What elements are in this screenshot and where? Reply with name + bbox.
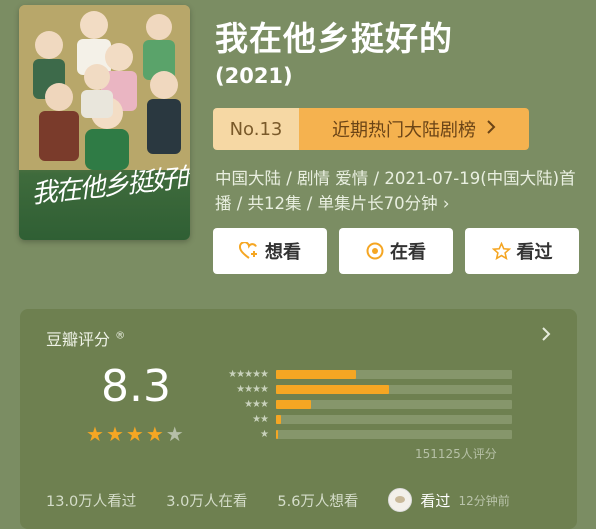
watching-label: 在看 [390, 242, 426, 263]
rating-bar-row: ★★ [208, 412, 512, 427]
rating-panel[interactable]: 豆瓣评分 ® 8.3 ★ ★ ★ ★ ★ ★★★★★ ★★★★ ★★★ ★★ ★ 151125人… [20, 309, 577, 529]
poster-image[interactable]: 我在他乡挺好的 [19, 5, 190, 240]
page-title: 我在他乡挺好的 [215, 19, 453, 58]
want-count[interactable]: 5.6万人想看 [277, 490, 358, 511]
star-filled-icon: ★ [86, 422, 104, 446]
rating-bar-fill [276, 415, 281, 424]
rank-list-name: 近期热门大陆剧榜 [332, 120, 476, 141]
want-to-watch-button[interactable]: 想看 [213, 228, 327, 274]
rating-bar-row: ★ [208, 427, 512, 442]
action-buttons: 想看 在看 看过 [213, 228, 579, 274]
rating-bar-fill [276, 385, 390, 394]
star-empty-icon: ★ [165, 422, 184, 446]
rating-bar-stars-icon: ★★★★★ [228, 369, 269, 380]
rating-bar-fill [276, 400, 312, 409]
rating-bar-stars-icon: ★★★★ [236, 384, 269, 395]
rating-bar-row: ★★★★ [208, 382, 512, 397]
show-meta-info[interactable]: 中国大陆 / 剧情 爱情 / 2021-07-19(中国大陆)首播 / 共12集… [215, 166, 577, 216]
want-to-watch-label: 想看 [265, 242, 301, 263]
rating-bar-row: ★★★★★ [208, 367, 512, 382]
rating-title-text: 豆瓣评分 [46, 330, 111, 349]
rating-distribution: ★★★★★ ★★★★ ★★★ ★★ ★ [208, 367, 512, 442]
watching-count[interactable]: 3.0万人在看 [166, 490, 247, 511]
chevron-right-icon[interactable] [541, 323, 551, 348]
watched-label: 看过 [516, 242, 553, 263]
rank-number: No.13 [213, 108, 299, 150]
heart-plus-icon [239, 242, 259, 260]
rating-title: 豆瓣评分 ® [46, 326, 125, 350]
stats-row: 13.0万人看过 3.0万人在看 5.6万人想看 看过 12分钟前 [46, 488, 510, 512]
star-filled-icon: ★ [145, 422, 164, 446]
rating-bar-track [276, 385, 512, 394]
rating-bar-track [276, 400, 512, 409]
rating-count: 151125人评分 [415, 447, 497, 461]
rating-bar-track [276, 430, 512, 439]
poster-cast-illustration [19, 5, 190, 170]
rating-bar-row: ★★★ [208, 397, 512, 412]
chevron-right-icon [486, 119, 496, 140]
circle-dot-icon [366, 242, 384, 260]
star-outline-icon [491, 242, 511, 260]
rating-bar-stars-icon: ★ [260, 429, 269, 440]
watching-button[interactable]: 在看 [339, 228, 453, 274]
rank-badge[interactable]: No.13 近期热门大陆剧榜 [213, 108, 529, 150]
avatar[interactable] [388, 488, 413, 512]
rating-bar-stars-icon: ★★ [252, 414, 269, 425]
rating-bar-track [276, 415, 512, 424]
rating-bar-fill [276, 370, 357, 379]
rating-score: 8.3 [101, 361, 171, 412]
watched-button[interactable]: 看过 [465, 228, 579, 274]
star-filled-icon: ★ [125, 422, 144, 446]
registered-mark: ® [115, 330, 126, 342]
rating-bar-stars-icon: ★★★ [244, 399, 269, 410]
rating-stars: ★ ★ ★ ★ ★ [86, 422, 184, 446]
watched-count[interactable]: 13.0万人看过 [46, 490, 136, 511]
star-filled-icon: ★ [105, 422, 124, 446]
friend-time-ago: 12分钟前 [458, 493, 510, 508]
release-year: (2021) [215, 64, 293, 88]
rank-list-link[interactable]: 近期热门大陆剧榜 [299, 108, 529, 150]
rating-bar-track [276, 370, 512, 379]
rating-bar-fill [276, 430, 279, 439]
friend-status: 看过 [420, 491, 451, 510]
